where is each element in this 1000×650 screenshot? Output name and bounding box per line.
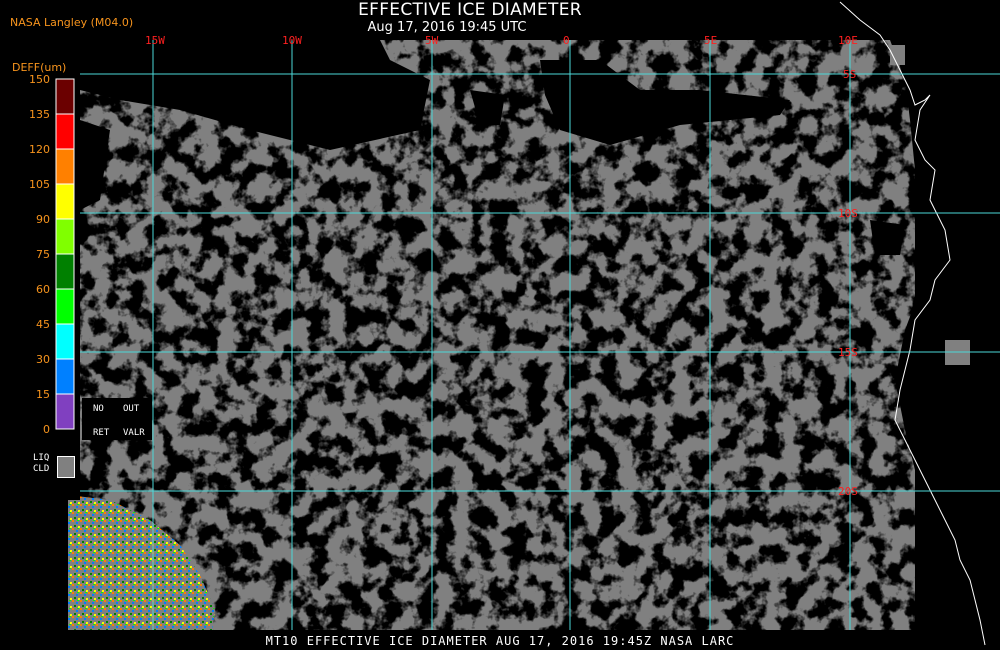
cld-text: CLD xyxy=(33,464,50,474)
map-title: EFFECTIVE ICE DIAMETER xyxy=(358,0,582,20)
lon-label: 15W xyxy=(145,34,165,47)
lat-label: 10S xyxy=(838,207,858,220)
lat-label: 5S xyxy=(843,68,856,81)
map-image: 15W 10W 5W 0 5E 10E 5S 10S 15S 20S xyxy=(55,1,1000,650)
legend-value: 105 xyxy=(29,178,50,191)
map-subtitle: Aug 17, 2016 19:45 UTC xyxy=(367,20,527,35)
liq-text: LIQ xyxy=(33,453,50,463)
legend-value: 120 xyxy=(29,143,50,156)
legend-liquid-cloud-swatch xyxy=(57,456,75,478)
lon-label: 0 xyxy=(563,34,570,47)
lat-label: 20S xyxy=(838,485,858,498)
legend-value: 15 xyxy=(36,388,50,401)
legend-value: 30 xyxy=(36,353,50,366)
cloud-field xyxy=(80,40,915,630)
lon-label: 10E xyxy=(838,34,858,47)
legend-liquid-cloud-label: LIQ CLD xyxy=(33,453,49,475)
legend-ret-label: RET xyxy=(93,428,110,438)
lon-label: 5W xyxy=(425,34,439,47)
legend-value: 75 xyxy=(36,248,50,261)
legend-value: 150 xyxy=(29,73,50,86)
legend-value: 90 xyxy=(36,213,50,226)
lat-label: 15S xyxy=(838,346,858,359)
legend-no-label: NO xyxy=(93,404,104,414)
legend-value: 0 xyxy=(43,423,50,436)
legend-value: 45 xyxy=(36,318,50,331)
legend-valr-label: VALR xyxy=(123,428,145,438)
legend-value: 60 xyxy=(36,283,50,296)
legend-out-label: OUT xyxy=(123,404,140,414)
legend-colorbar xyxy=(55,78,75,430)
lon-label: 10W xyxy=(282,34,302,47)
footer-caption: MT10 EFFECTIVE ICE DIAMETER AUG 17, 2016… xyxy=(265,634,735,648)
lon-label: 5E xyxy=(704,34,717,47)
legend-value: 135 xyxy=(29,108,50,121)
